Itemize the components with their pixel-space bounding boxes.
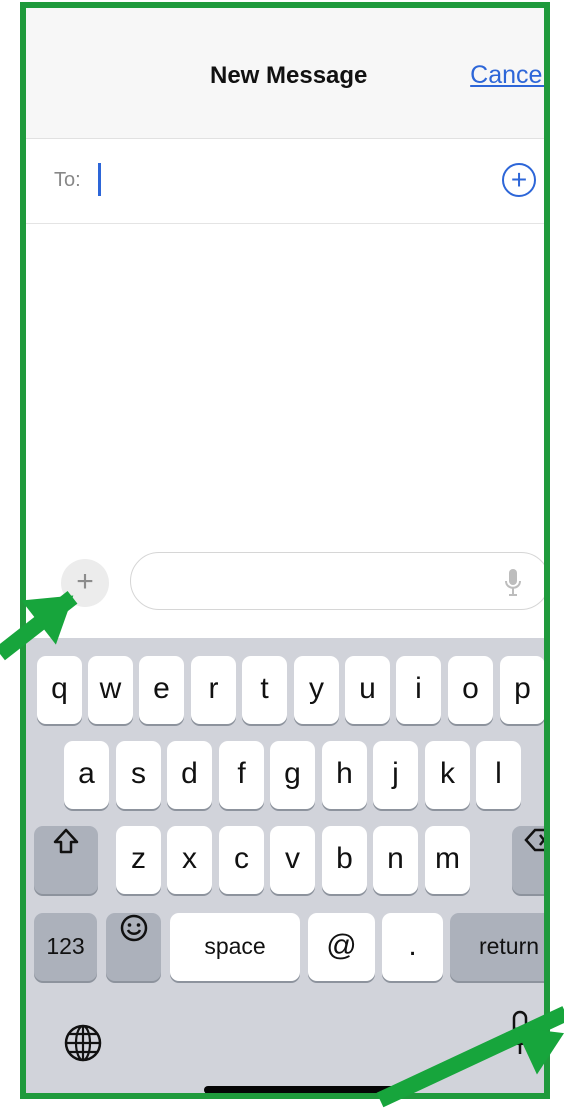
key-x[interactable]: x [167, 826, 212, 894]
return-key[interactable]: return [450, 913, 544, 981]
key-d[interactable]: d [167, 741, 212, 809]
key-o[interactable]: o [448, 656, 493, 724]
plus-circle-icon[interactable]: + [502, 163, 536, 197]
key-r[interactable]: r [191, 656, 236, 724]
recipient-row[interactable]: To: + [26, 139, 544, 224]
space-key[interactable]: space [170, 913, 300, 981]
key-w[interactable]: w [88, 656, 133, 724]
key-e[interactable]: e [139, 656, 184, 724]
emoji-icon [120, 914, 147, 942]
shift-icon[interactable] [34, 826, 98, 894]
backspace-icon[interactable] [512, 826, 544, 894]
key-g[interactable]: g [270, 741, 315, 809]
key-h[interactable]: h [322, 741, 367, 809]
page-title: New Message [210, 62, 368, 89]
key-n[interactable]: n [373, 826, 418, 894]
key-u[interactable]: u [345, 656, 390, 724]
key-a[interactable]: a [64, 741, 109, 809]
key-m[interactable]: m [425, 826, 470, 894]
key-y[interactable]: y [294, 656, 339, 724]
at-key[interactable]: @ [308, 913, 375, 981]
message-input[interactable] [130, 552, 544, 610]
cancel-button[interactable]: Cancel [470, 61, 544, 90]
message-header: New Message Cancel [26, 8, 544, 139]
key-p[interactable]: p [500, 656, 544, 724]
key-q[interactable]: q [37, 656, 82, 724]
period-key[interactable]: . [382, 913, 443, 981]
key-f[interactable]: f [219, 741, 264, 809]
to-label: To: [54, 169, 81, 191]
backspace-icon [523, 828, 544, 852]
shift-icon [53, 828, 79, 854]
globe-icon[interactable] [60, 1020, 106, 1066]
key-s[interactable]: s [116, 741, 161, 809]
microphone-icon[interactable] [503, 567, 523, 597]
numbers-key[interactable]: 123 [34, 913, 97, 981]
emoji-icon[interactable] [106, 913, 161, 981]
key-k[interactable]: k [425, 741, 470, 809]
key-c[interactable]: c [219, 826, 264, 894]
text-cursor [98, 163, 101, 196]
key-i[interactable]: i [396, 656, 441, 724]
on-screen-keyboard: qwertyuiop asdfghjkl zxcvbnm 123 space @ [26, 638, 544, 1093]
key-l[interactable]: l [476, 741, 521, 809]
key-b[interactable]: b [322, 826, 367, 894]
key-z[interactable]: z [116, 826, 161, 894]
key-j[interactable]: j [373, 741, 418, 809]
key-v[interactable]: v [270, 826, 315, 894]
iphone-screen-frame: New Message Cancel To: + + qwertyuiop as… [20, 2, 550, 1099]
key-t[interactable]: t [242, 656, 287, 724]
